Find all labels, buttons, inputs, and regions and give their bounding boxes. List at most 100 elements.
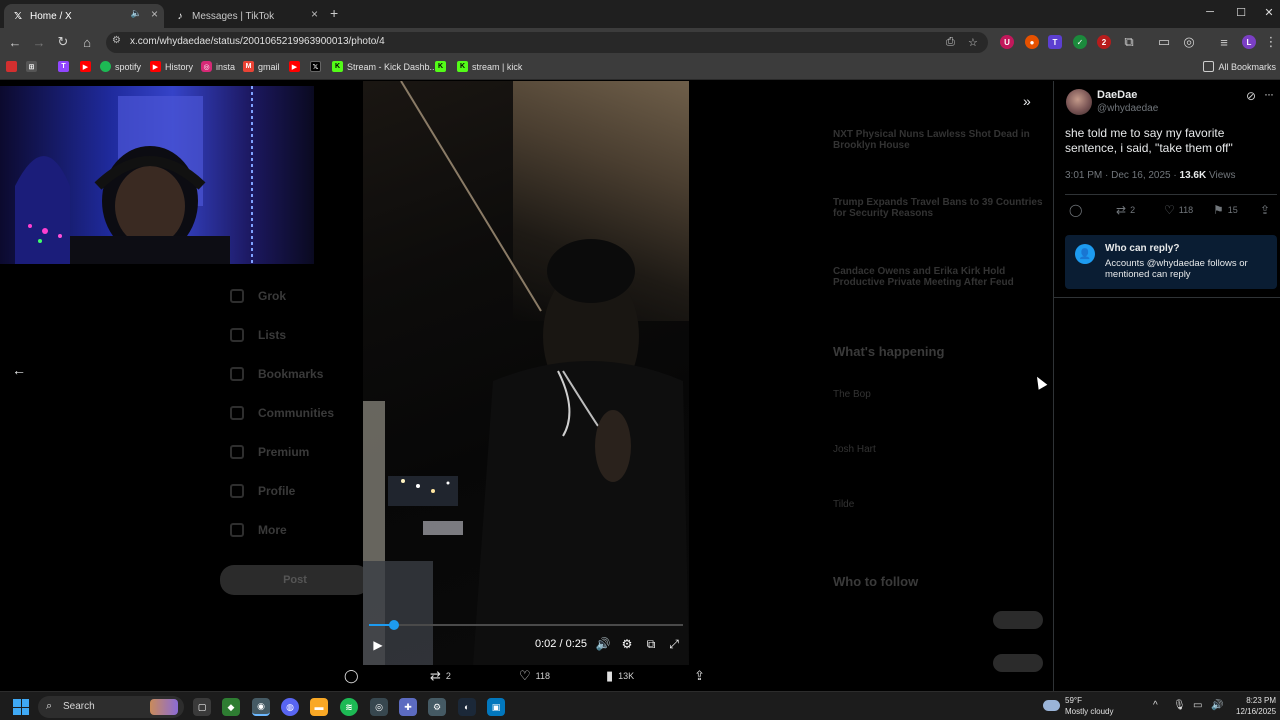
obs-icon[interactable]: ◎: [370, 698, 388, 716]
browser-toolbar: ← → ↻ ⌂ ⚙ x.com/whydaedae/status/2001065…: [0, 28, 1280, 56]
previous-media-arrow-icon[interactable]: ←: [12, 362, 26, 378]
settings-gear-icon[interactable]: ⚙: [428, 698, 446, 716]
site-info-icon[interactable]: ⚙: [112, 35, 121, 46]
close-tab-icon[interactable]: ×: [311, 7, 318, 21]
bookmark-folder-icon: [6, 61, 17, 72]
game-controller-icon[interactable]: ✚: [399, 698, 417, 716]
bookmark-kick-dashboard[interactable]: K Stream - Kick Dashb...: [332, 61, 437, 72]
media-share-action[interactable]: ⇪: [694, 668, 710, 684]
nvidia-icon[interactable]: ◆: [222, 698, 240, 716]
discord-icon[interactable]: ◍: [281, 698, 299, 716]
video-player[interactable]: [363, 81, 689, 665]
like-action[interactable]: ♡ 118: [1164, 203, 1193, 217]
bookmark-item[interactable]: ▶: [80, 61, 95, 72]
tab-bar: 𝕏 Home / X 🔈 × ♪ Messages | TikTok × + ─…: [0, 0, 1280, 28]
author-display-name[interactable]: DaeDae: [1097, 89, 1137, 101]
clock-date[interactable]: 12/16/2025: [1236, 707, 1276, 716]
windows-start-icon[interactable]: [13, 699, 29, 715]
tab-messages-tiktok[interactable]: ♪ Messages | TikTok ×: [166, 4, 324, 28]
microphone-icon[interactable]: 🎙: [1173, 700, 1186, 711]
picture-in-picture-icon[interactable]: ⧉: [644, 636, 658, 652]
app-window-icon[interactable]: ▣: [487, 698, 505, 716]
weather-temperature[interactable]: 59°F: [1065, 696, 1082, 705]
install-app-icon[interactable]: ⎙: [946, 36, 955, 49]
author-handle[interactable]: @whydaedae: [1097, 103, 1158, 114]
video-progress-bar[interactable]: [369, 620, 683, 630]
avatar[interactable]: [1066, 89, 1092, 115]
retweet-action[interactable]: ⇄ 2: [1116, 203, 1135, 217]
new-tab-button[interactable]: +: [330, 5, 338, 21]
bookmark-action[interactable]: ⚑ 15: [1213, 203, 1238, 217]
share-action[interactable]: ⇪: [1260, 203, 1274, 217]
media-reply-action[interactable]: ◯: [344, 668, 364, 684]
all-bookmarks[interactable]: All Bookmarks: [1203, 61, 1276, 72]
file-explorer-icon[interactable]: ▬: [310, 698, 328, 716]
steam-icon[interactable]: ◐: [458, 698, 476, 716]
media-views-action[interactable]: ▮ 13K: [606, 668, 634, 684]
task-view-icon[interactable]: ▢: [193, 698, 211, 716]
network-icon[interactable]: ▭: [1193, 700, 1202, 711]
collapse-sidebar-icon[interactable]: »: [1023, 93, 1031, 109]
profile-avatar-icon[interactable]: L: [1242, 35, 1256, 49]
extension-icon[interactable]: U: [1000, 35, 1014, 49]
grok-icon[interactable]: ⊘: [1246, 89, 1256, 103]
speaker-icon[interactable]: 🔈: [131, 8, 142, 19]
twitch-extension-icon[interactable]: T: [1048, 35, 1062, 49]
page-viewport: Grok Lists Bookmarks Communities Premium…: [0, 81, 1280, 691]
bookmark-apps[interactable]: [6, 61, 21, 72]
volume-icon[interactable]: 🔊: [596, 636, 611, 652]
tab-home-x[interactable]: 𝕏 Home / X 🔈 ×: [4, 4, 164, 28]
bookmark-history[interactable]: ▶ History: [150, 61, 193, 72]
weather-cloud-icon[interactable]: [1043, 700, 1060, 711]
settings-gear-icon[interactable]: ⚙: [620, 636, 634, 652]
extension-icon[interactable]: ●: [1025, 35, 1039, 49]
reply-action[interactable]: ◯: [1069, 203, 1086, 217]
extensions-puzzle-icon[interactable]: ⧉: [1120, 33, 1138, 51]
like-count: 118: [535, 671, 551, 681]
reading-list-icon[interactable]: ≡: [1215, 33, 1233, 51]
close-window-button[interactable]: ✕: [1259, 6, 1279, 19]
reply-restriction-title: Who can reply?: [1105, 243, 1180, 254]
media-retweet-action[interactable]: ⇄ 2: [430, 668, 451, 684]
extension-icon[interactable]: 2: [1097, 35, 1111, 49]
minimize-button[interactable]: ─: [1200, 6, 1220, 18]
address-bar[interactable]: ⚙ x.com/whydaedae/status/200106521996390…: [106, 32, 988, 53]
cast-icon[interactable]: ▭: [1155, 33, 1173, 51]
close-tab-icon[interactable]: ×: [151, 7, 158, 21]
divider: [1054, 297, 1280, 298]
sidebar-item-grok: Grok: [258, 289, 287, 303]
more-options-icon[interactable]: ···: [1264, 87, 1274, 101]
media-like-action[interactable]: ♡ 118: [519, 668, 550, 684]
extension-icon[interactable]: ✓: [1073, 35, 1087, 49]
bookmark-spotify[interactable]: spotify: [100, 61, 141, 72]
maximize-button[interactable]: ☐: [1231, 6, 1251, 19]
play-button[interactable]: ▶: [371, 636, 385, 654]
taskbar-search[interactable]: ⌕ Search: [38, 696, 184, 718]
bookmark-insta[interactable]: ◎ insta: [201, 61, 235, 72]
back-button[interactable]: ←: [6, 33, 24, 51]
bookmark-item[interactable]: K: [435, 61, 450, 72]
bookmark-item[interactable]: ▶: [289, 61, 304, 72]
weather-description[interactable]: Mostly cloudy: [1065, 707, 1113, 716]
bookmark-item[interactable]: 𝕏: [310, 61, 325, 72]
webcam-overlay: [0, 86, 314, 264]
chrome-icon[interactable]: ◉: [252, 698, 270, 716]
spotify-icon[interactable]: ≋: [340, 698, 358, 716]
bookmarks-bar: ⊞ T ▶ spotify ▶ History ◎ insta Mgmail ▶ 𝕏…: [0, 56, 1280, 80]
bookmark-label: stream | kick: [472, 61, 523, 72]
fullscreen-icon[interactable]: ⤢: [667, 636, 681, 652]
bookmark-gmail[interactable]: Mgmail: [243, 61, 280, 72]
reload-button[interactable]: ↻: [54, 33, 72, 51]
volume-icon[interactable]: 🔊: [1211, 700, 1223, 711]
bookmark-grid[interactable]: ⊞: [26, 61, 41, 72]
bookmark-star-icon[interactable]: ☆: [968, 36, 978, 49]
bookmark-item[interactable]: T: [58, 61, 73, 72]
clock-time[interactable]: 8:23 PM: [1236, 696, 1276, 705]
menu-icon[interactable]: ⋮: [1262, 33, 1280, 51]
bookmark-stream-kick[interactable]: Kstream | kick: [457, 61, 522, 72]
forward-button[interactable]: →: [30, 33, 48, 51]
bookmark-label: Stream - Kick Dashb...: [347, 61, 438, 72]
screenshot-icon[interactable]: ◎: [1180, 33, 1198, 51]
chevron-up-icon[interactable]: ^: [1153, 700, 1158, 711]
home-button[interactable]: ⌂: [78, 33, 96, 51]
